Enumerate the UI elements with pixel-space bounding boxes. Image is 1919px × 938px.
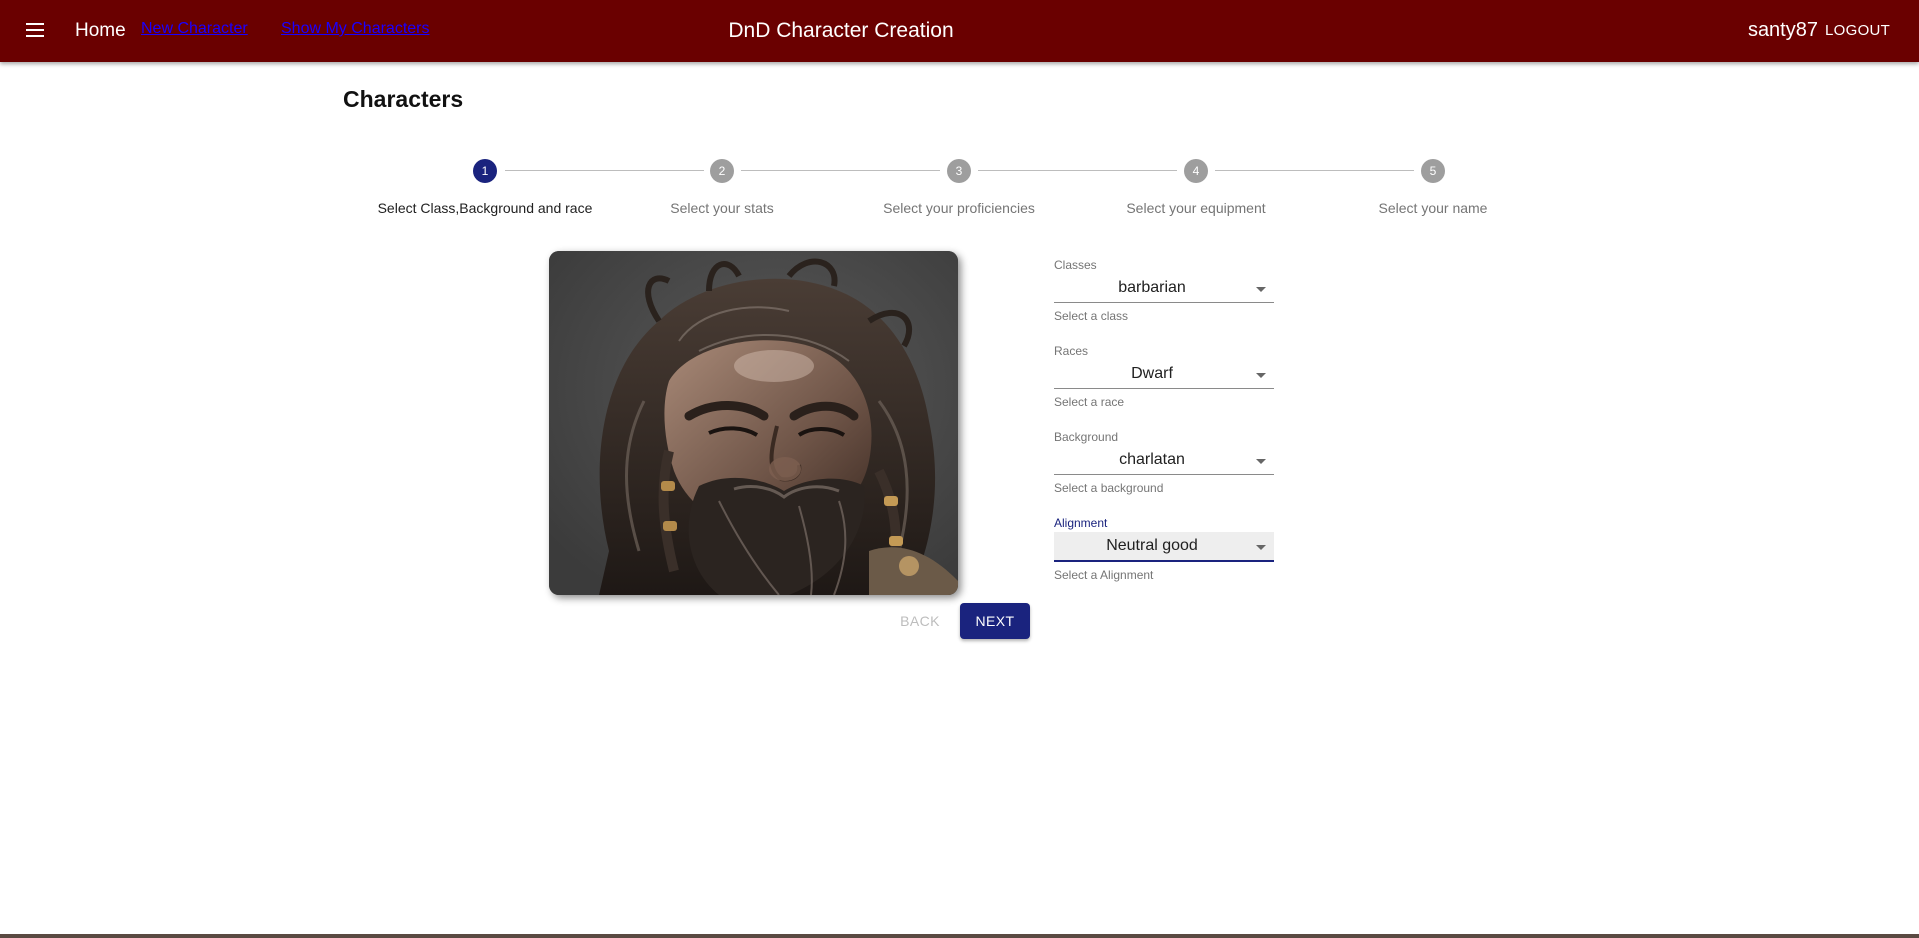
background-selected-value: charlatan xyxy=(1119,451,1185,468)
classes-helper-text: Select a class xyxy=(1054,309,1129,323)
classes-label: Classes xyxy=(1054,258,1097,272)
dropdown-arrow-icon xyxy=(1256,459,1266,464)
stepper: 1 2 3 4 5 Select Class,Background and ra… xyxy=(0,0,1919,240)
step-4-indicator: 4 xyxy=(1184,159,1208,183)
step-connector xyxy=(1215,170,1414,171)
dropdown-arrow-icon xyxy=(1256,373,1266,378)
step-5-indicator: 5 xyxy=(1421,159,1445,183)
alignment-label: Alignment xyxy=(1054,516,1108,530)
races-helper-text: Select a race xyxy=(1054,395,1125,409)
alignment-field: Alignment Neutral good Select a Alignmen… xyxy=(1054,516,1274,582)
races-select[interactable]: Dwarf xyxy=(1054,360,1274,389)
step-3-label: Select your proficiencies xyxy=(883,200,1035,216)
back-button[interactable]: BACK xyxy=(884,603,956,639)
alignment-select[interactable]: Neutral good xyxy=(1054,532,1274,562)
alignment-helper-text: Select a Alignment xyxy=(1054,568,1154,582)
background-select[interactable]: charlatan xyxy=(1054,446,1274,475)
step-connector xyxy=(978,170,1177,171)
classes-field: Classes barbarian Select a class xyxy=(1054,258,1274,323)
races-field: Races Dwarf Select a race xyxy=(1054,344,1274,409)
background-label: Background xyxy=(1054,430,1119,444)
classes-selected-value: barbarian xyxy=(1118,279,1186,296)
step-5-label: Select your name xyxy=(1378,200,1488,216)
step-connector xyxy=(505,170,704,171)
background-field: Background charlatan Select a background xyxy=(1054,430,1274,495)
step-3-indicator: 3 xyxy=(947,159,971,183)
character-portrait-image xyxy=(549,251,958,595)
step-2-indicator: 2 xyxy=(710,159,734,183)
step-4-label: Select your equipment xyxy=(1126,200,1266,216)
step-connector xyxy=(741,170,940,171)
next-button[interactable]: NEXT xyxy=(960,603,1030,639)
step-2-label: Select your stats xyxy=(670,200,774,216)
races-label: Races xyxy=(1054,344,1089,358)
dropdown-arrow-icon xyxy=(1256,545,1266,550)
races-selected-value: Dwarf xyxy=(1131,365,1173,382)
dropdown-arrow-icon xyxy=(1256,287,1266,292)
background-helper-text: Select a background xyxy=(1054,481,1164,495)
window-bottom-edge xyxy=(0,934,1919,938)
alignment-selected-value: Neutral good xyxy=(1106,537,1198,554)
classes-select[interactable]: barbarian xyxy=(1054,274,1274,303)
step-1-label: Select Class,Background and race xyxy=(377,200,593,216)
step-1-indicator: 1 xyxy=(473,159,497,183)
